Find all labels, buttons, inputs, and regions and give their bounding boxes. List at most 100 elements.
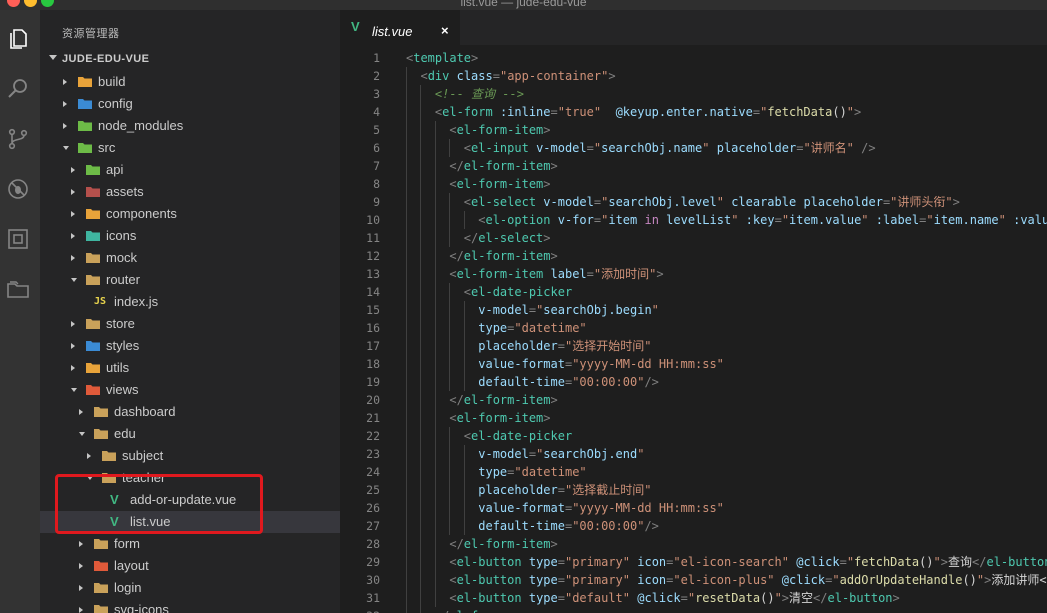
tree-folder[interactable]: store — [40, 313, 340, 335]
project-header[interactable]: JUDE-EDU-VUE — [40, 51, 340, 69]
chevron-right-icon[interactable] — [71, 211, 75, 217]
tree-folder[interactable]: mock — [40, 247, 340, 269]
chevron-right-icon[interactable] — [79, 563, 83, 569]
code-text: <div class="app-container"> — [406, 69, 616, 83]
chevron-right-icon[interactable] — [71, 189, 75, 195]
chevron-right-icon[interactable] — [63, 101, 67, 107]
chevron-down-icon[interactable] — [71, 278, 77, 282]
chevron-right-icon[interactable] — [71, 255, 75, 261]
tree-folder[interactable]: dashboard — [40, 401, 340, 423]
tab-list-vue[interactable]: V list.vue × — [340, 10, 460, 45]
folder-icon — [86, 385, 100, 395]
chevron-down-icon[interactable] — [79, 432, 85, 436]
tree-item-label: login — [114, 580, 142, 595]
chevron-right-icon[interactable] — [71, 321, 75, 327]
code-text: placeholder="选择开始时间" — [478, 339, 652, 353]
tree-folder[interactable]: components — [40, 203, 340, 225]
tree-file[interactable]: JS index.js — [40, 291, 340, 313]
tree-item-label: store — [106, 316, 135, 331]
code-text: <el-date-picker — [406, 429, 573, 443]
chevron-right-icon[interactable] — [71, 365, 75, 371]
tree-file[interactable]: Vadd-or-update.vue — [40, 489, 340, 511]
line-number: 16 — [366, 321, 380, 335]
tree-folder[interactable]: router — [40, 269, 340, 291]
code-line: 26 value-format="yyyy-MM-dd HH:mm:ss" — [340, 499, 1047, 517]
tree-folder[interactable]: src — [40, 137, 340, 159]
code-line: 19 default-time="00:00:00"/> — [340, 373, 1047, 391]
chevron-right-icon[interactable] — [63, 79, 67, 85]
chevron-right-icon[interactable] — [87, 453, 91, 459]
debug-icon[interactable] — [6, 177, 30, 201]
line-number: 19 — [366, 375, 380, 389]
files-icon[interactable] — [6, 27, 30, 51]
chevron-right-icon[interactable] — [79, 607, 83, 613]
tree-folder[interactable]: edu — [40, 423, 340, 445]
tree-item-label: views — [106, 382, 139, 397]
line-number: 23 — [366, 447, 380, 461]
code-text: <el-form-item> — [406, 411, 551, 425]
tree-folder[interactable]: config — [40, 93, 340, 115]
line-number: 14 — [366, 285, 380, 299]
tree-item-label: index.js — [114, 294, 159, 309]
chevron-right-icon[interactable] — [71, 233, 75, 239]
tree-item-label: api — [106, 162, 124, 177]
folder-icon — [94, 429, 108, 439]
tree-folder[interactable]: login — [40, 577, 340, 599]
code-line: 10 <el-option v-for="item in levelList" … — [340, 211, 1047, 229]
chevron-right-icon[interactable] — [63, 123, 67, 129]
tree-item-label: router — [106, 272, 140, 287]
vue-file-icon: V — [110, 492, 119, 507]
chevron-right-icon[interactable] — [79, 541, 83, 547]
code-text: placeholder="选择截止时间" — [478, 483, 652, 497]
line-number: 20 — [366, 393, 380, 407]
tree-folder[interactable]: node_modules — [40, 115, 340, 137]
tree-folder[interactable]: views — [40, 379, 340, 401]
code-text: <el-button type="primary" icon="el-icon-… — [406, 555, 1047, 569]
source-control-icon[interactable] — [6, 127, 30, 151]
chevron-right-icon[interactable] — [79, 409, 83, 415]
tree-folder[interactable]: teacher — [40, 467, 340, 489]
line-number: 18 — [366, 357, 380, 371]
code-line: 27 default-time="00:00:00"/> — [340, 517, 1047, 535]
code-line: 32 </el-form> — [340, 607, 1047, 613]
tree-folder[interactable]: icons — [40, 225, 340, 247]
tree-folder[interactable]: form — [40, 533, 340, 555]
tree-item-label: components — [106, 206, 177, 221]
tree-file[interactable]: Vlist.vue — [40, 511, 340, 533]
code-line: 5 <el-form-item> — [340, 121, 1047, 139]
tree-item-label: form — [114, 536, 140, 551]
code-text: <el-button type="default" @click="resetD… — [406, 591, 900, 605]
folder-icon — [78, 143, 92, 153]
code-line: 1 <template> — [340, 49, 1047, 67]
tree-folder[interactable]: svg-icons — [40, 599, 340, 613]
tree-folder[interactable]: subject — [40, 445, 340, 467]
tree-folder[interactable]: build — [40, 71, 340, 93]
search-icon[interactable] — [6, 77, 30, 101]
project-manager-icon[interactable] — [6, 277, 30, 301]
chevron-right-icon[interactable] — [71, 167, 75, 173]
tree-folder[interactable]: utils — [40, 357, 340, 379]
tree-item-label: dashboard — [114, 404, 176, 419]
code-editor[interactable]: 1 <template> 2 <div class="app-container">… — [340, 45, 1047, 613]
code-line: 14 <el-date-picker — [340, 283, 1047, 301]
code-text: <el-form-item> — [406, 123, 551, 137]
chevron-down-icon[interactable] — [71, 388, 77, 392]
chevron-right-icon[interactable] — [79, 585, 83, 591]
line-number: 7 — [373, 159, 380, 173]
tree-folder[interactable]: layout — [40, 555, 340, 577]
code-text: type="datetime" — [478, 321, 587, 335]
code-text: default-time="00:00:00"/> — [478, 519, 659, 533]
line-number: 27 — [366, 519, 380, 533]
close-icon[interactable]: × — [441, 23, 449, 38]
tree-item-label: svg-icons — [114, 602, 169, 613]
code-text: default-time="00:00:00"/> — [478, 375, 659, 389]
tree-folder[interactable]: api — [40, 159, 340, 181]
chevron-right-icon[interactable] — [71, 343, 75, 349]
chevron-down-icon[interactable] — [87, 476, 93, 480]
tree-folder[interactable]: assets — [40, 181, 340, 203]
tree-folder[interactable]: styles — [40, 335, 340, 357]
folder-icon — [102, 473, 116, 483]
code-line: 24 type="datetime" — [340, 463, 1047, 481]
chevron-down-icon[interactable] — [63, 146, 69, 150]
extensions-icon[interactable] — [6, 227, 30, 251]
